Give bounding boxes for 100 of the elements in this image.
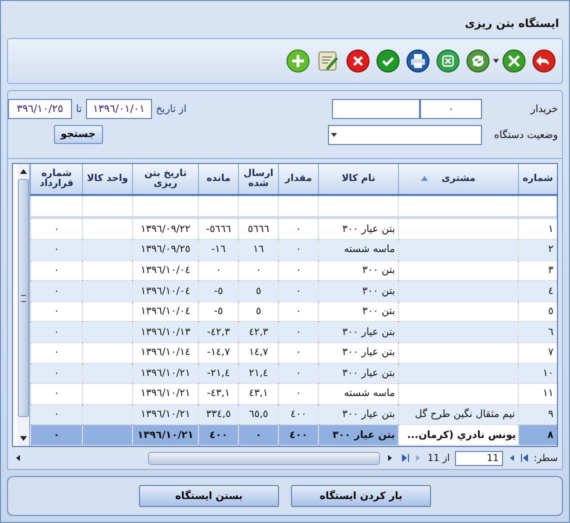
sort-arrow-icon <box>421 176 428 182</box>
scroll-left-icon[interactable] <box>16 455 20 461</box>
number-cell: ١١ <box>518 384 556 404</box>
contract-cell: ٠ <box>30 280 82 302</box>
filter-cell[interactable] <box>82 195 132 218</box>
search-button[interactable]: جستجو <box>54 125 103 144</box>
to-date-field[interactable]: ٣٩٦/١٠/٢٥ <box>8 99 72 120</box>
unit-cell <box>82 363 132 384</box>
remaining-cell: ٤٣,١- <box>198 384 238 404</box>
filter-cell[interactable] <box>278 195 318 218</box>
quantity-cell: ٠ <box>278 342 318 364</box>
column-header[interactable]: واحد کالا <box>82 164 132 196</box>
unit-cell <box>82 404 132 425</box>
sent-cell: ٠ <box>238 424 278 446</box>
vertical-scrollbar[interactable] <box>17 164 30 446</box>
row-label: سطر: <box>534 452 558 464</box>
quantity-cell: ٠ <box>278 384 318 404</box>
from-date-field[interactable]: ١٣٩٦/٠١/٠١ <box>86 99 152 120</box>
number-cell: ٢ <box>518 240 556 260</box>
column-header[interactable]: مقدار <box>278 164 318 196</box>
contract-cell: ٠ <box>30 240 82 260</box>
check-icon[interactable] <box>376 49 400 74</box>
column-header[interactable]: مشتری <box>398 164 518 196</box>
date-cell: ١٣٩٦/١٠/١٣ <box>132 322 198 342</box>
quantity-cell: ٠ <box>278 240 318 260</box>
print-icon[interactable] <box>406 49 430 74</box>
previous-page-icon[interactable] <box>508 454 516 462</box>
item-cell: بتن عیار ٣٠٠ <box>318 342 398 364</box>
device-status-dropdown[interactable] <box>328 125 482 146</box>
last-page-icon[interactable] <box>401 454 410 462</box>
date-cell: ١٣٩٦/١٠/٢١ <box>132 404 198 425</box>
customer-cell: یونس نادري (کرمان... <box>398 424 518 446</box>
filter-cell[interactable] <box>518 195 556 218</box>
add-icon[interactable] <box>286 49 310 74</box>
filter-cell[interactable] <box>238 195 278 218</box>
item-cell: بتن عیار ٣٠٠ <box>318 322 398 342</box>
unit-cell <box>82 322 132 342</box>
quantity-cell: ٤٠٠ <box>278 404 318 425</box>
number-cell: ٦ <box>518 322 556 342</box>
column-header[interactable]: مانده <box>198 164 238 196</box>
buyer-label: خریدار <box>529 104 558 115</box>
row-number-field[interactable]: 11 <box>454 450 503 466</box>
item-cell: بتن عیار ٣٠٠ <box>318 404 398 425</box>
contract-cell: ٠ <box>30 322 82 342</box>
dropdown-caret-icon[interactable] <box>331 133 337 138</box>
sent-cell: ١٤,٧ <box>238 342 278 364</box>
date-cell: ١٣٩٦/١٠/٢١ <box>132 424 198 446</box>
remaining-cell: ٤٢,٣- <box>198 322 238 342</box>
edit-icon[interactable] <box>316 49 340 74</box>
filter-cell[interactable] <box>398 195 518 218</box>
item-cell: ماسه شسته <box>318 240 398 260</box>
column-header[interactable]: نام کالا <box>318 164 398 196</box>
filter-cell[interactable] <box>132 195 198 218</box>
date-cell: ١٣٩٦/١٠/١٤ <box>132 342 198 364</box>
customer-cell: نیم مثقال نگین طرح گل <box>398 404 518 425</box>
station-button[interactable]: بار کردن ایستگاه <box>291 485 431 507</box>
quantity-cell: ٤٠٠ <box>278 424 318 446</box>
quantity-cell: ٠ <box>278 322 318 342</box>
remaining-cell: ٢١,٤- <box>198 363 238 384</box>
column-header[interactable]: تاریخ بتن ریزی <box>132 164 198 196</box>
scroll-up-icon[interactable] <box>20 169 26 174</box>
unit-cell <box>82 384 132 404</box>
spreadsheet-icon[interactable] <box>436 49 460 74</box>
to-date-label: تا <box>76 104 82 115</box>
remaining-cell: ١٤,٧- <box>198 342 238 364</box>
contract-cell: ٠ <box>30 363 82 384</box>
column-header[interactable]: شماره قرارداد <box>30 164 82 196</box>
close-icon[interactable] <box>346 49 370 74</box>
filter-cell[interactable] <box>318 195 398 218</box>
contract-cell: ٠ <box>30 404 82 425</box>
unit-cell <box>82 240 132 260</box>
remaining-cell: ١٦- <box>198 240 238 260</box>
first-page-icon[interactable] <box>520 454 529 462</box>
number-cell: ٧ <box>518 342 556 364</box>
column-header[interactable]: شماره <box>518 164 556 196</box>
filter-cell[interactable] <box>198 195 238 218</box>
sent-cell: ١٦ <box>238 240 278 260</box>
refresh-icon[interactable] <box>466 49 490 74</box>
station-button[interactable]: بستن ایستگاه <box>139 485 279 507</box>
quantity-cell: ٠ <box>278 280 318 302</box>
unit-cell <box>82 342 132 364</box>
remaining-cell: ٣٣٤,٥ <box>198 404 238 425</box>
caret-icon[interactable] <box>493 59 499 64</box>
sent-cell: ٤٢,٣ <box>238 322 278 342</box>
window-title: ایستگاه بتن ریزی <box>464 16 560 32</box>
item-cell: بتن عیار ٣٠٠ <box>318 424 398 446</box>
sent-cell: ٤٣,١ <box>238 384 278 404</box>
from-date-label: از تاریخ <box>156 104 187 115</box>
scroll-down-icon[interactable] <box>20 436 26 441</box>
buyer-code-field[interactable]: ٠ <box>420 99 482 120</box>
sent-cell: ٢١,٤ <box>238 363 278 384</box>
device-status-label: وضعیت دستگاه <box>493 130 558 141</box>
contract-cell: ٠ <box>30 424 82 446</box>
number-cell: ٤ <box>518 280 556 302</box>
unit-cell <box>82 424 132 446</box>
remaining-cell: ٥- <box>198 280 238 302</box>
buyer-name-field[interactable] <box>332 99 420 120</box>
item-cell: بتن ٣٠٠ <box>318 280 398 302</box>
scroll-right-icon[interactable] <box>388 455 392 461</box>
column-header[interactable]: ارسال شده <box>238 164 278 196</box>
